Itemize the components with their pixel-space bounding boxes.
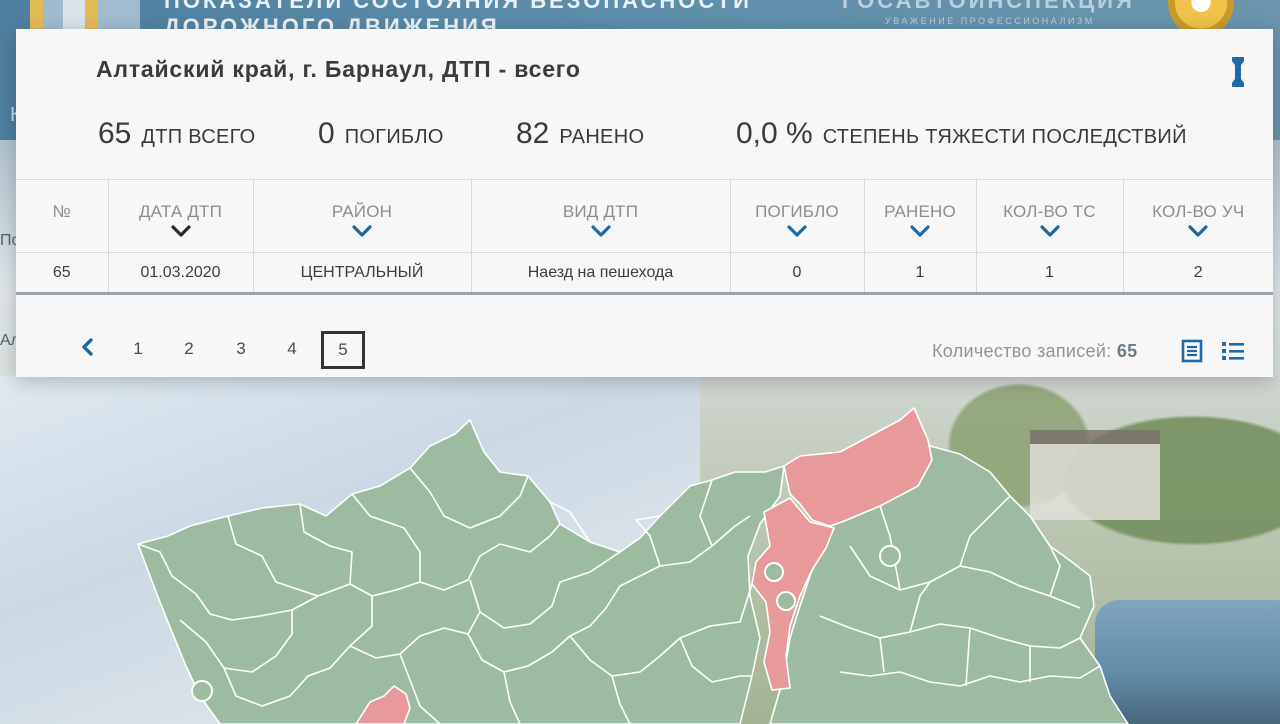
map-city-marker xyxy=(776,591,796,611)
pagination: 1 2 3 4 5 Количество записей: 65 xyxy=(16,313,1273,377)
page-button-4[interactable]: 4 xyxy=(270,331,314,369)
cell-injured: 1 xyxy=(864,252,977,294)
document-view-icon[interactable] xyxy=(1180,339,1204,363)
page-button-1[interactable]: 1 xyxy=(116,331,160,369)
panel-title: Алтайский край, г. Барнаул, ДТП - всего xyxy=(96,56,581,82)
cell-killed: 0 xyxy=(730,252,865,294)
chevron-left-icon[interactable] xyxy=(80,337,94,357)
accidents-table: № ДАТА ДТП РАЙОН ВИД ДТП ПОГИБЛО РАНЕНО … xyxy=(16,179,1273,295)
column-label: № xyxy=(52,202,71,221)
page-button-3[interactable]: 3 xyxy=(219,331,263,369)
stats-summary: 65 ДТП ВСЕГО 0 ПОГИБЛО 82 РАНЕНО 0,0 % СТЕПЕ… xyxy=(98,117,1258,157)
stat-label: ДТП ВСЕГО xyxy=(141,126,256,148)
records-count: Количество записей: 65 xyxy=(932,341,1137,362)
sort-chevron-down-icon[interactable] xyxy=(590,224,612,238)
stat-killed: 0 ПОГИБЛО xyxy=(318,117,444,151)
sort-chevron-down-icon[interactable] xyxy=(170,224,192,238)
column-header-participants[interactable]: КОЛ-ВО УЧ xyxy=(1123,180,1273,253)
brand-slogan: УВАЖЕНИЕ ПРОФЕССИОНАЛИЗМ xyxy=(885,16,1095,26)
stat-label: СТЕПЕНЬ ТЯЖЕСТИ ПОСЛЕДСТВИЙ xyxy=(822,126,1187,148)
column-header-killed[interactable]: ПОГИБЛО xyxy=(730,179,865,253)
table-row[interactable]: 65 01.03.2020 ЦЕНТРАЛЬНЫЙ Наезд на пешех… xyxy=(16,252,1273,294)
list-view-icon[interactable] xyxy=(1221,339,1245,363)
table-header-row: № ДАТА ДТП РАЙОН ВИД ДТП ПОГИБЛО РАНЕНО … xyxy=(16,179,1273,253)
cell-date: 01.03.2020 xyxy=(108,252,254,294)
column-label: КОЛ-ВО УЧ xyxy=(1152,202,1245,221)
column-label: РАЙОН xyxy=(331,202,393,221)
column-header-date[interactable]: ДАТА ДТП xyxy=(108,179,254,253)
stat-value: 0,0 % xyxy=(736,117,813,150)
column-header-number: № xyxy=(16,179,109,253)
sort-chevron-down-icon[interactable] xyxy=(1187,224,1209,238)
cell-participants: 2 xyxy=(1193,263,1203,281)
column-header-vehicles[interactable]: КОЛ-ВО ТС xyxy=(976,179,1124,253)
map-city-marker xyxy=(764,562,784,582)
stat-injured: 82 РАНЕНО xyxy=(516,117,644,151)
map-city-marker xyxy=(879,545,901,567)
sort-chevron-down-icon[interactable] xyxy=(1039,224,1061,238)
column-label: ПОГИБЛО xyxy=(755,202,839,221)
stat-value: 65 xyxy=(98,117,132,150)
map-city-marker xyxy=(191,680,213,702)
map-region-main xyxy=(137,419,785,724)
sort-chevron-down-icon[interactable] xyxy=(786,224,808,238)
accident-stats-panel: Алтайский край, г. Барнаул, ДТП - всего … xyxy=(16,29,1273,377)
records-label: Количество записей: xyxy=(932,341,1112,361)
stat-label: ПОГИБЛО xyxy=(344,126,444,148)
stat-severity: 0,0 % СТЕПЕНЬ ТЯЖЕСТИ ПОСЛЕДСТВИЙ xyxy=(736,117,1187,151)
stat-label: РАНЕНО xyxy=(559,126,645,148)
sort-chevron-down-icon[interactable] xyxy=(351,224,373,238)
records-value: 65 xyxy=(1116,341,1138,361)
sort-chevron-down-icon[interactable] xyxy=(909,224,931,238)
cell-type: Наезд на пешехода xyxy=(471,252,731,294)
column-label: ДАТА ДТП xyxy=(138,202,223,221)
cell-vehicles: 1 xyxy=(976,252,1124,294)
stat-value: 82 xyxy=(516,117,550,150)
column-header-type[interactable]: ВИД ДТП xyxy=(471,179,731,253)
cell-district: ЦЕНТРАЛЬНЫЙ xyxy=(253,252,472,294)
site-title-line1: ПОКАЗАТЕЛИ СОСТОЯНИЯ БЕЗОПАСНОСТИ xyxy=(164,0,752,13)
stat-total-accidents: 65 ДТП ВСЕГО xyxy=(98,117,256,151)
column-header-injured[interactable]: РАНЕНО xyxy=(864,179,977,253)
column-label: РАНЕНО xyxy=(884,202,956,221)
page-button-5-active[interactable]: 5 xyxy=(321,331,365,369)
region-map[interactable] xyxy=(0,376,1280,724)
page-button-2[interactable]: 2 xyxy=(167,331,211,369)
cell-number: 65 xyxy=(16,252,109,294)
brand-name: ГОСАВТОИНСПЕКЦИЯ xyxy=(842,0,1135,13)
stat-value: 0 xyxy=(318,117,335,150)
column-label: КОЛ-ВО ТС xyxy=(1003,202,1096,221)
close-icon[interactable] xyxy=(1230,55,1246,89)
column-header-district[interactable]: РАЙОН xyxy=(253,179,472,253)
column-label: ВИД ДТП xyxy=(562,202,639,221)
